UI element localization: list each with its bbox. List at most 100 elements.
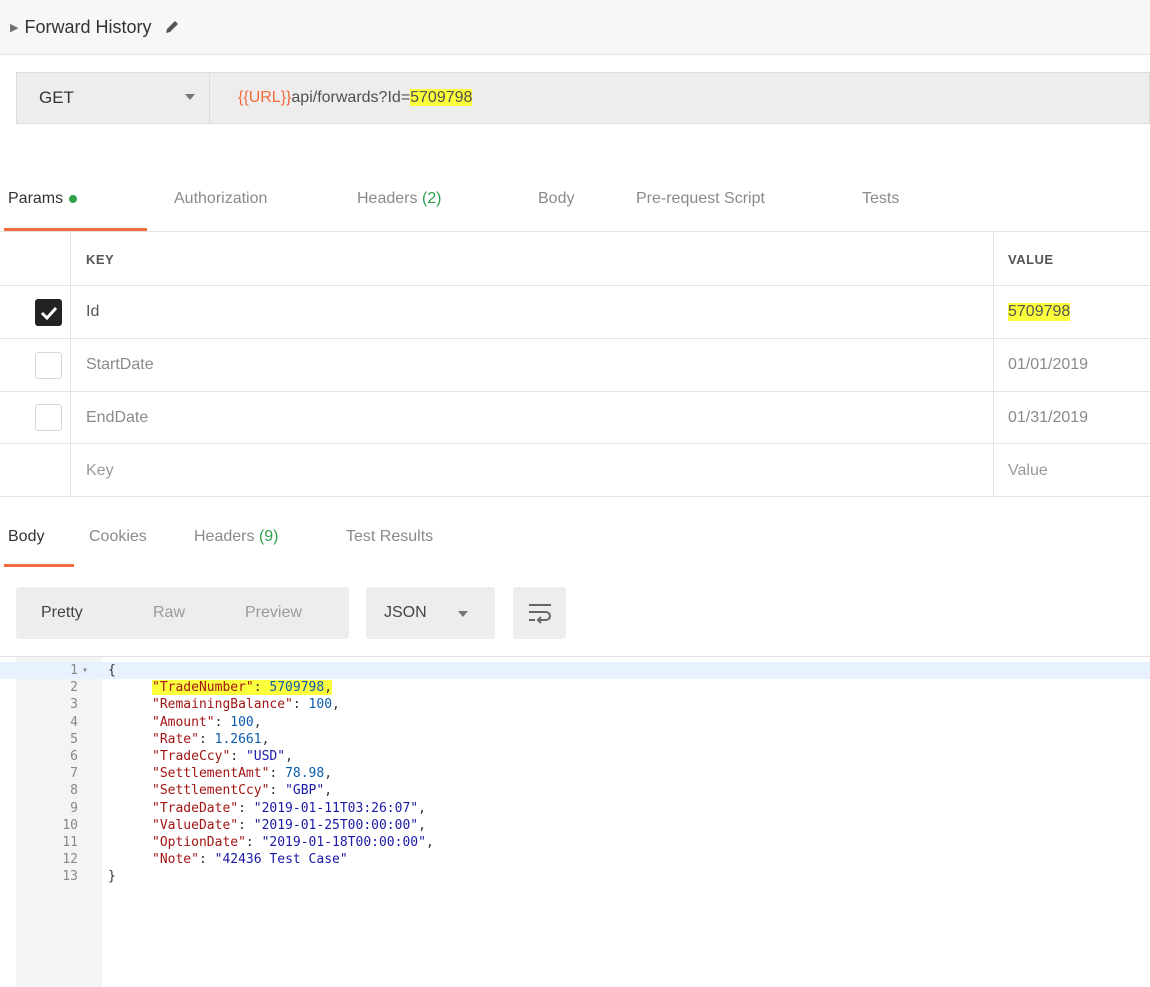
json-entry: "TradeNumber": 5709798, [152, 680, 333, 696]
wrap-lines-button[interactable] [513, 587, 566, 639]
param-key[interactable]: EndDate [86, 409, 148, 427]
raw-button[interactable]: Raw [153, 604, 185, 622]
method-select[interactable]: GET [16, 72, 210, 124]
json-entry: "Rate": 1.2661, [152, 731, 270, 747]
param-checkbox[interactable] [35, 352, 62, 379]
method-label: GET [39, 88, 74, 107]
param-checkbox[interactable] [35, 404, 62, 431]
wrap-lines-icon [529, 604, 551, 624]
line-number: 11 [62, 835, 78, 850]
response-tabs: Body Cookies Headers (9) Test Results [0, 520, 600, 568]
code-line: 10 "ValueDate": "2019-01-25T00:00:00", [0, 817, 1150, 834]
tab-label: Headers [357, 190, 418, 207]
request-tabs: Params Authorization Headers (2) Body Pr… [0, 176, 1150, 232]
line-number: 6 [70, 749, 78, 764]
checkmark-icon [40, 306, 58, 321]
pretty-button[interactable]: Pretty [41, 604, 83, 622]
tab-label: Headers [194, 528, 255, 545]
tab-response-headers[interactable]: Headers (9) [194, 528, 279, 546]
tab-cookies[interactable]: Cookies [89, 528, 147, 546]
tab-headers[interactable]: Headers (2) [357, 190, 442, 208]
json-entry: "RemainingBalance": 100, [152, 697, 340, 713]
title-bar: ▶ Forward History [0, 0, 1150, 55]
fold-toggle-icon[interactable]: ▾ [82, 662, 88, 679]
active-tab-underline [4, 564, 74, 567]
json-value: "2019-01-18T00:00:00" [261, 835, 426, 850]
tab-authorization[interactable]: Authorization [174, 190, 267, 208]
json-entry: "SettlementAmt": 78.98, [152, 766, 333, 782]
json-key: "Note" [152, 852, 199, 868]
json-key: "TradeCcy" [152, 749, 231, 764]
json-value: 1.2661 [214, 731, 262, 747]
json-key: "SettlementAmt" [152, 766, 270, 782]
chevron-down-icon [458, 611, 468, 617]
tab-label: Body [538, 190, 575, 207]
tab-label: Pre-request Script [636, 190, 765, 207]
line-number: 7 [70, 766, 78, 782]
param-value: 01/01/2019 [1008, 356, 1089, 373]
json-value: "2019-01-25T00:00:00" [253, 817, 419, 833]
param-value-cell[interactable]: Value [993, 444, 1150, 496]
json-value: "42436 Test Case" [214, 852, 348, 868]
request-title[interactable]: Forward History [24, 17, 151, 38]
json-value: "USD" [245, 749, 286, 764]
code-line: 11 "OptionDate": "2019-01-18T00:00:00", [0, 834, 1150, 851]
new-key-placeholder[interactable]: Key [86, 462, 114, 480]
check-cell [0, 339, 71, 391]
tab-count: (9) [258, 528, 279, 545]
tab-params[interactable]: Params [8, 190, 78, 208]
json-value: "2019-01-11T03:26:07" [253, 800, 419, 816]
tab-label: Test Results [346, 528, 434, 545]
param-row-new: Key Value [0, 444, 1150, 497]
check-cell [0, 444, 71, 496]
url-input[interactable]: {{URL}}api/forwards?Id=5709798 [210, 72, 1150, 124]
code-line: 9 "TradeDate": "2019-01-11T03:26:07", [0, 800, 1150, 817]
json-key: "SettlementCcy" [152, 783, 270, 799]
code-line: 12 "Note": "42436 Test Case" [0, 851, 1150, 868]
param-value-cell[interactable]: 01/31/2019 [993, 392, 1150, 443]
json-key: "TradeDate" [152, 800, 239, 816]
json-key: "RemainingBalance" [152, 697, 293, 713]
code-line: 8 "SettlementCcy": "GBP", [0, 782, 1150, 799]
code-line: 6 "TradeCcy": "USD", [0, 748, 1150, 765]
expand-caret-icon[interactable]: ▶ [10, 21, 18, 34]
json-value: 5709798 [269, 680, 325, 696]
param-key[interactable]: StartDate [86, 356, 154, 374]
code-line: 13} [0, 868, 1150, 885]
header-check-cell [0, 232, 71, 285]
tab-body[interactable]: Body [538, 190, 574, 208]
line-number: 1 [70, 663, 78, 678]
param-checkbox[interactable] [35, 299, 62, 326]
line-number: 12 [62, 852, 78, 868]
line-number: 13 [62, 869, 78, 885]
param-value-cell[interactable]: 01/01/2019 [993, 339, 1150, 391]
response-code-viewer[interactable]: 1 ▾ {2 "TradeNumber": 5709798, 3 "RemainingBa… [0, 656, 1150, 987]
check-cell [0, 286, 71, 338]
tab-test-results[interactable]: Test Results [346, 528, 433, 546]
param-key[interactable]: Id [86, 303, 99, 321]
preview-button[interactable]: Preview [245, 604, 302, 622]
param-value-cell[interactable]: 5709798 [993, 286, 1150, 338]
line-number: 3 [70, 697, 78, 713]
line-number: 10 [62, 817, 78, 833]
json-value: 100 [230, 714, 254, 730]
tab-label: Cookies [89, 528, 147, 545]
json-entry: "SettlementCcy": "GBP", [152, 783, 333, 799]
pencil-icon[interactable] [164, 19, 180, 35]
tab-label: Params [8, 190, 64, 207]
tab-tests[interactable]: Tests [862, 190, 899, 208]
value-column-header-cell: VALUE [993, 232, 1150, 285]
json-key: "OptionDate" [152, 835, 246, 850]
open-brace: { [108, 663, 116, 678]
format-select[interactable]: JSON [366, 587, 495, 639]
json-entry: "Note": "42436 Test Case" [152, 852, 348, 868]
tab-response-body[interactable]: Body [8, 528, 44, 546]
code-line: 4 "Amount": 100, [0, 714, 1150, 731]
tab-pre-request-script[interactable]: Pre-request Script [636, 190, 765, 208]
json-entry: "TradeDate": "2019-01-11T03:26:07", [152, 800, 426, 816]
json-entry: "TradeCcy": "USD", [152, 749, 293, 764]
chevron-down-icon [185, 94, 195, 100]
view-mode-group: Pretty Raw Preview [16, 587, 349, 639]
url-path: api/forwards?Id= [291, 89, 411, 106]
param-value: 01/31/2019 [1008, 409, 1089, 426]
